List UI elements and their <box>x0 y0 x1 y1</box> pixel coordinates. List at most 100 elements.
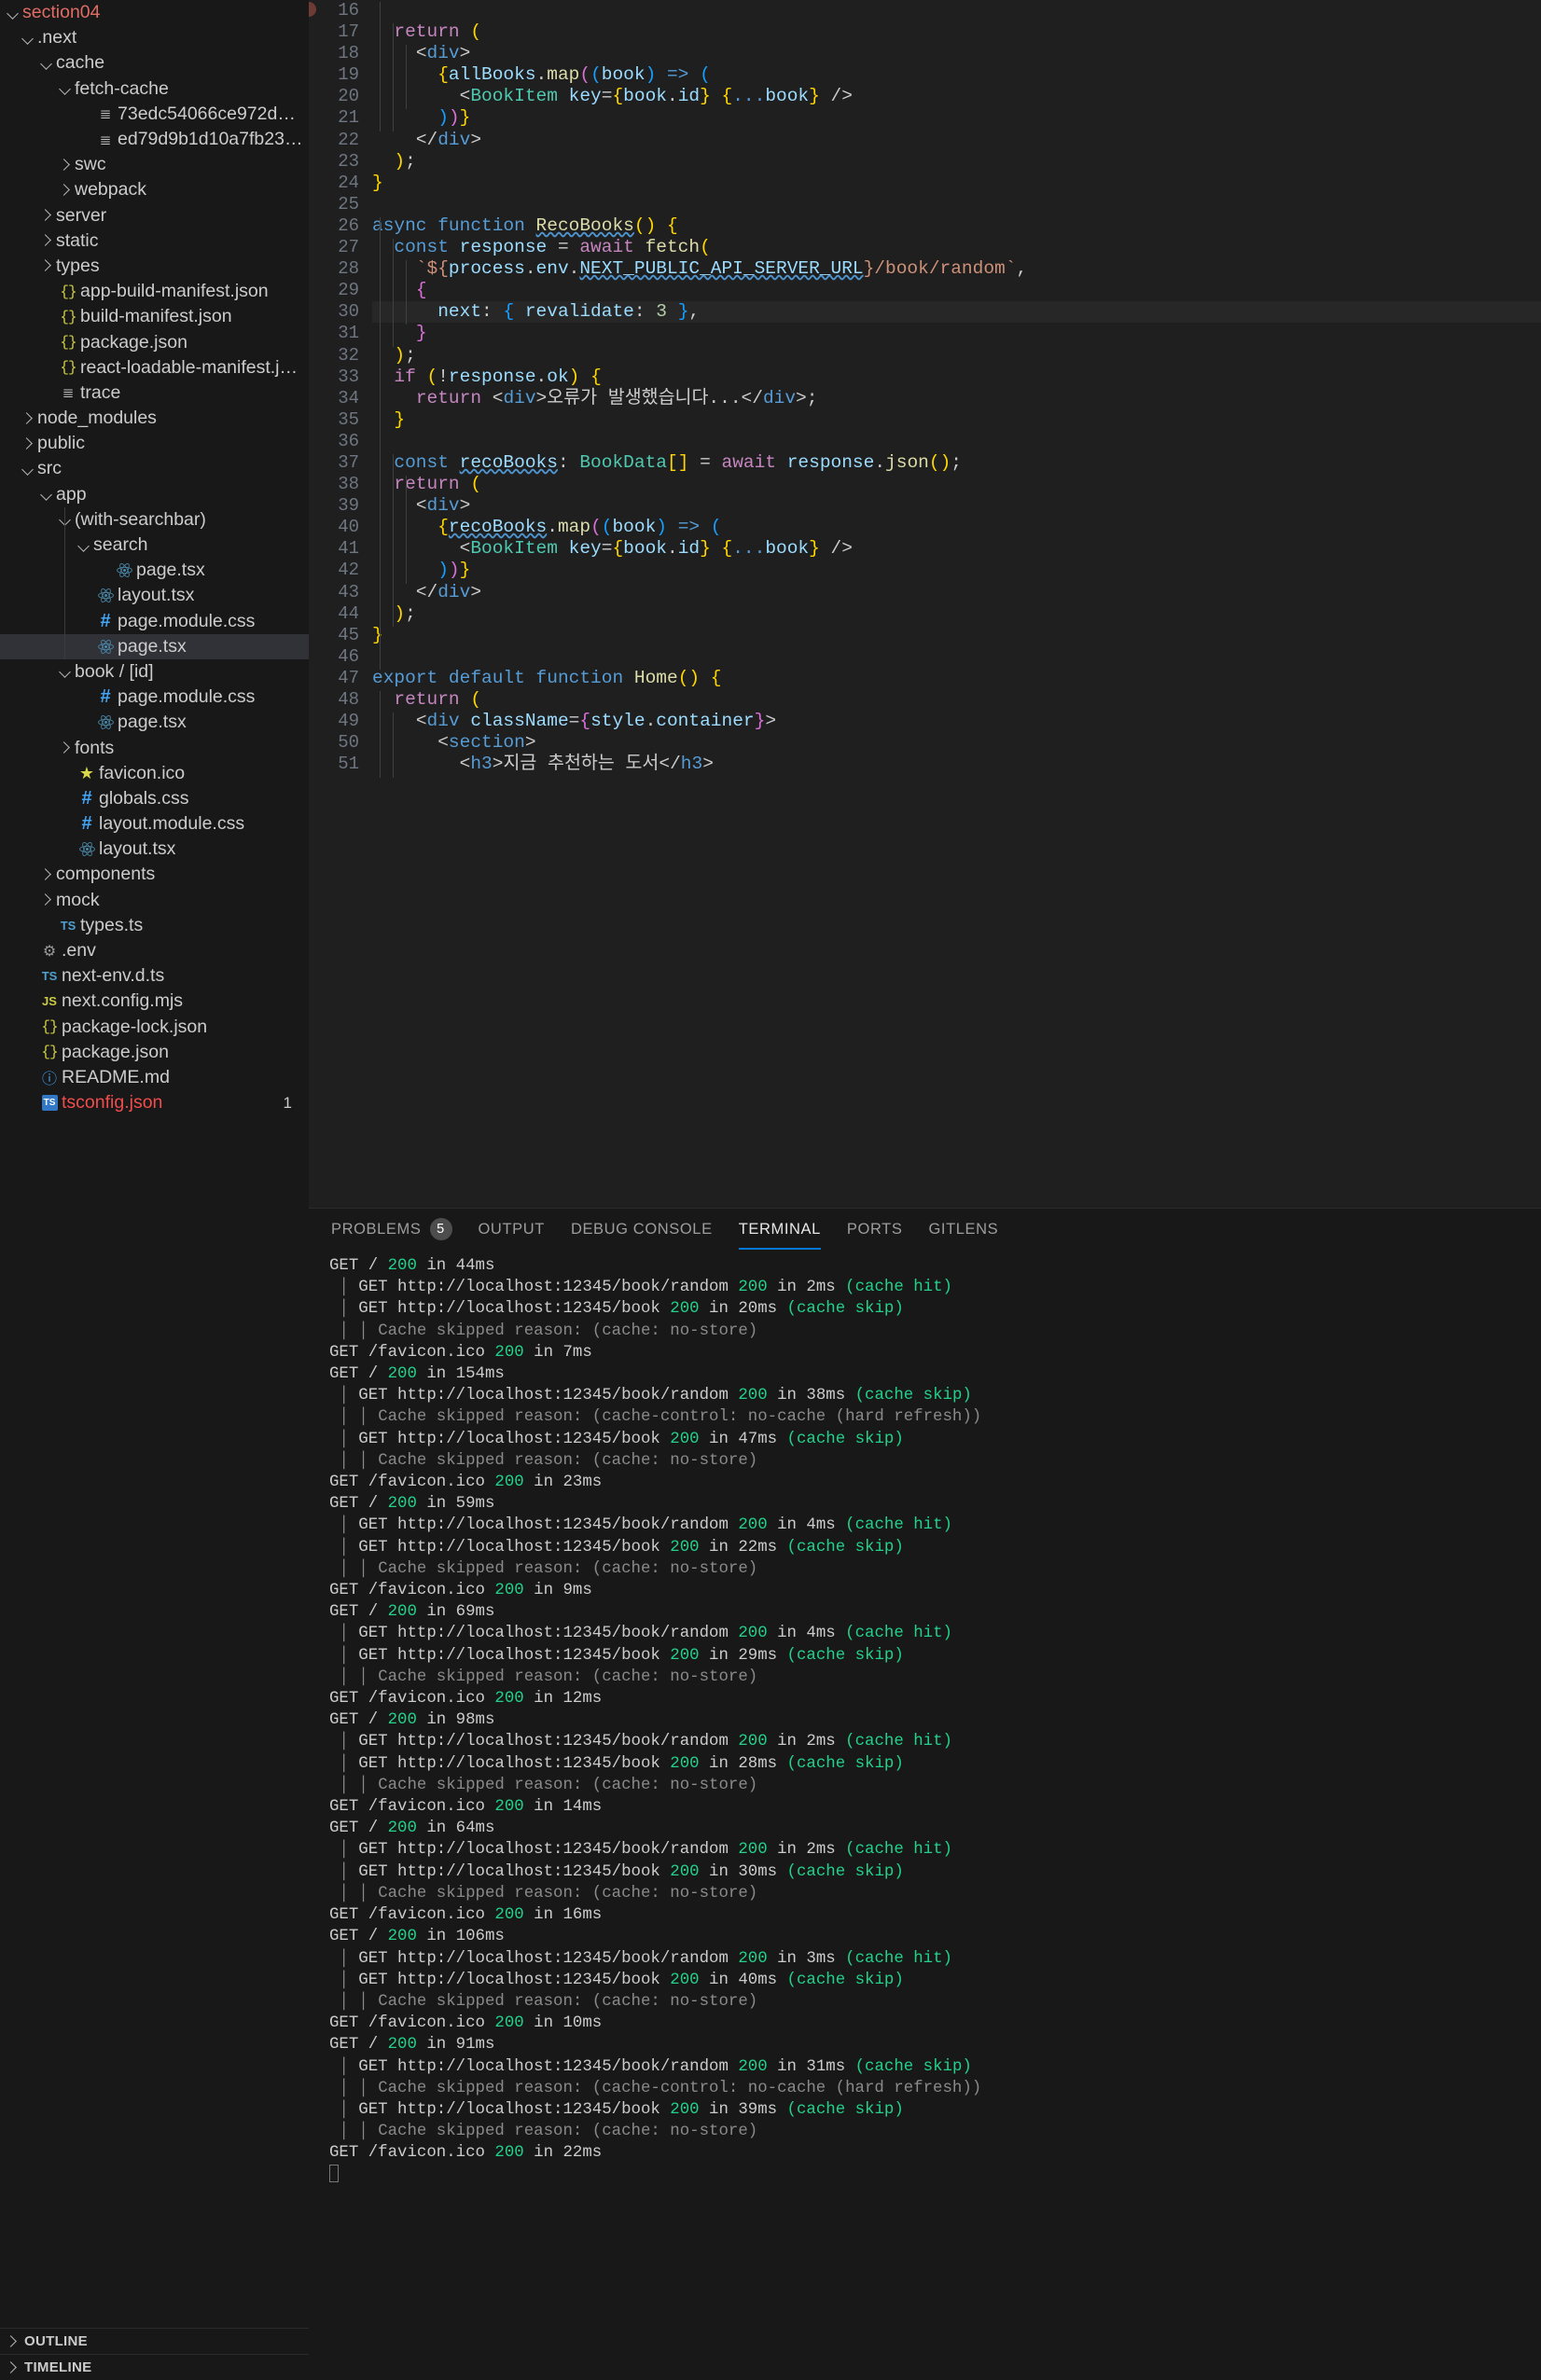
tree-row-src[interactable]: src <box>0 456 309 481</box>
code-line[interactable]: return ( <box>372 21 1541 43</box>
code-line[interactable]: return ( <box>372 474 1541 495</box>
file-tree[interactable]: section04 .next cache fetch-cache ≣ 73edc5406… <box>0 0 309 1115</box>
tree-row--next[interactable]: .next <box>0 25 309 50</box>
tree-row-page-tsx[interactable]: page.tsx <box>0 558 309 583</box>
code-line[interactable]: {recoBooks.map((book) => ( <box>372 517 1541 538</box>
code-lines[interactable]: return ( <div> {allBooks.map((book) => (… <box>372 0 1541 778</box>
code-line[interactable]: </div> <box>372 130 1541 151</box>
code-line[interactable] <box>372 0 1541 21</box>
tree-row-next-config-mjs[interactable]: JS next.config.mjs <box>0 989 309 1014</box>
tree-row-layout-module-css[interactable]: # layout.module.css <box>0 811 309 837</box>
code-line[interactable]: async function RecoBooks() { <box>372 215 1541 237</box>
tree-row-app-build-manifest-json[interactable]: {} app-build-manifest.json <box>0 279 309 304</box>
code-line[interactable]: next: { revalidate: 3 }, <box>372 301 1541 324</box>
code-line[interactable]: ); <box>372 603 1541 625</box>
tree-row-build-manifest-json[interactable]: {} build-manifest.json <box>0 304 309 329</box>
tree-row-next-env-d-ts[interactable]: TS next-env.d.ts <box>0 963 309 989</box>
tree-row-package-lock-json[interactable]: {} package-lock.json <box>0 1015 309 1040</box>
chevron-right-icon[interactable] <box>56 184 75 197</box>
tree-row-layout-tsx[interactable]: layout.tsx <box>0 583 309 608</box>
code-line[interactable] <box>372 194 1541 215</box>
chevron-down-icon[interactable] <box>37 57 56 70</box>
panel-tab-output[interactable]: OUTPUT <box>465 1209 558 1250</box>
tree-row-trace[interactable]: ≣ trace <box>0 381 309 406</box>
panel-tab-gitlens[interactable]: GITLENS <box>915 1209 1011 1250</box>
chevron-right-icon[interactable] <box>37 868 56 881</box>
code-line[interactable]: } <box>372 173 1541 194</box>
tree-row-components[interactable]: components <box>0 862 309 887</box>
code-line[interactable]: <div> <box>372 43 1541 64</box>
timeline-section-header[interactable]: TIMELINE <box>0 2354 309 2380</box>
tree-row-types[interactable]: types <box>0 254 309 279</box>
chevron-down-icon[interactable] <box>19 32 37 45</box>
code-line[interactable]: ))} <box>372 560 1541 581</box>
chevron-right-icon[interactable] <box>37 893 56 906</box>
chevron-right-icon[interactable] <box>37 209 56 222</box>
code-line[interactable]: ); <box>372 345 1541 367</box>
code-line[interactable]: <section> <box>372 732 1541 754</box>
code-line[interactable]: ); <box>372 151 1541 173</box>
code-line[interactable]: <BookItem key={book.id} {...book} /> <box>372 86 1541 107</box>
chevron-down-icon[interactable] <box>19 463 37 476</box>
panel-tab-terminal[interactable]: TERMINAL <box>726 1209 834 1250</box>
tree-row-app[interactable]: app <box>0 482 309 507</box>
tree-row-webpack[interactable]: webpack <box>0 177 309 202</box>
chevron-down-icon[interactable] <box>37 488 56 501</box>
chevron-down-icon[interactable] <box>56 82 75 95</box>
code-line[interactable]: <BookItem key={book.id} {...book} /> <box>372 538 1541 560</box>
outline-section-header[interactable]: OUTLINE <box>0 2328 309 2354</box>
code-line[interactable]: if (!response.ok) { <box>372 367 1541 388</box>
code-line[interactable]: return <div>오류가 발생했습니다...</div>; <box>372 388 1541 409</box>
panel-tab-debug-console[interactable]: DEBUG CONSOLE <box>558 1209 726 1250</box>
tree-row-node-modules[interactable]: node_modules <box>0 406 309 431</box>
panel-tab-bar[interactable]: PROBLEMS 5 OUTPUT DEBUG CONSOLE TERMINAL PORT… <box>309 1209 1541 1250</box>
tree-row-swc[interactable]: swc <box>0 152 309 177</box>
tree-row-favicon-ico[interactable]: ★ favicon.ico <box>0 761 309 786</box>
tree-row--with-searchbar-[interactable]: (with-searchbar) <box>0 507 309 533</box>
code-line[interactable]: ))} <box>372 107 1541 129</box>
tree-row-book-id-[interactable]: book / [id] <box>0 659 309 685</box>
tree-row-section04[interactable]: section04 <box>0 0 309 25</box>
tree-row-mock[interactable]: mock <box>0 888 309 913</box>
code-line[interactable]: <h3>지금 추천하는 도서</h3> <box>372 754 1541 775</box>
chevron-right-icon[interactable] <box>37 259 56 272</box>
panel-tab-problems[interactable]: PROBLEMS 5 <box>318 1209 465 1250</box>
chevron-down-icon[interactable] <box>56 513 75 526</box>
code-line[interactable]: } <box>372 323 1541 344</box>
tree-row-page-tsx[interactable]: page.tsx <box>0 633 309 659</box>
chevron-right-icon[interactable] <box>19 412 37 425</box>
code-line[interactable]: const recoBooks: BookData[] = await resp… <box>372 452 1541 474</box>
chevron-down-icon[interactable] <box>75 539 93 552</box>
tree-row-73edc54066ce972d2f95560725-[interactable]: ≣ 73edc54066ce972d2f95560725… <box>0 102 309 127</box>
code-line[interactable] <box>372 646 1541 668</box>
tree-row-search[interactable]: search <box>0 533 309 558</box>
code-line[interactable]: export default function Home() { <box>372 668 1541 689</box>
tree-row-layout-tsx[interactable]: layout.tsx <box>0 837 309 862</box>
tree-row-package-json[interactable]: {} package.json <box>0 329 309 354</box>
tree-row-ed79d9b1d10a7fb236514315008-[interactable]: ≣ ed79d9b1d10a7fb236514315008… <box>0 127 309 152</box>
chevron-down-icon[interactable] <box>56 665 75 678</box>
chevron-right-icon[interactable] <box>56 159 75 172</box>
tree-row-cache[interactable]: cache <box>0 50 309 76</box>
tree-row-tsconfig-json[interactable]: TS tsconfig.json 1 <box>0 1090 309 1115</box>
tree-row-package-json[interactable]: {} package.json <box>0 1040 309 1065</box>
code-line[interactable]: return ( <box>372 689 1541 711</box>
code-line[interactable]: } <box>372 409 1541 431</box>
code-line[interactable]: { <box>372 280 1541 301</box>
code-line[interactable]: </div> <box>372 582 1541 603</box>
code-line[interactable] <box>372 431 1541 452</box>
tree-row-readme-md[interactable]: ⓘ README.md <box>0 1065 309 1090</box>
code-line[interactable]: <div> <box>372 495 1541 517</box>
chevron-down-icon[interactable] <box>4 7 22 20</box>
panel-tab-ports[interactable]: PORTS <box>834 1209 916 1250</box>
code-editor[interactable]: 16 17 18 19 20 21 22 23 24 25 26 27 28 29 30 31 32 33 34 35… <box>309 0 1541 1208</box>
tree-row-page-module-css[interactable]: # page.module.css <box>0 685 309 710</box>
tree-row-server[interactable]: server <box>0 203 309 228</box>
tree-row-page-tsx[interactable]: page.tsx <box>0 710 309 735</box>
code-line[interactable]: } <box>372 625 1541 646</box>
tree-row--env[interactable]: ⚙ .env <box>0 938 309 963</box>
chevron-right-icon[interactable] <box>19 437 37 450</box>
code-line[interactable]: <div className={style.container}> <box>372 711 1541 732</box>
code-line[interactable]: `${process.env.NEXT_PUBLIC_API_SERVER_UR… <box>372 258 1541 280</box>
code-line[interactable]: {allBooks.map((book) => ( <box>372 64 1541 86</box>
